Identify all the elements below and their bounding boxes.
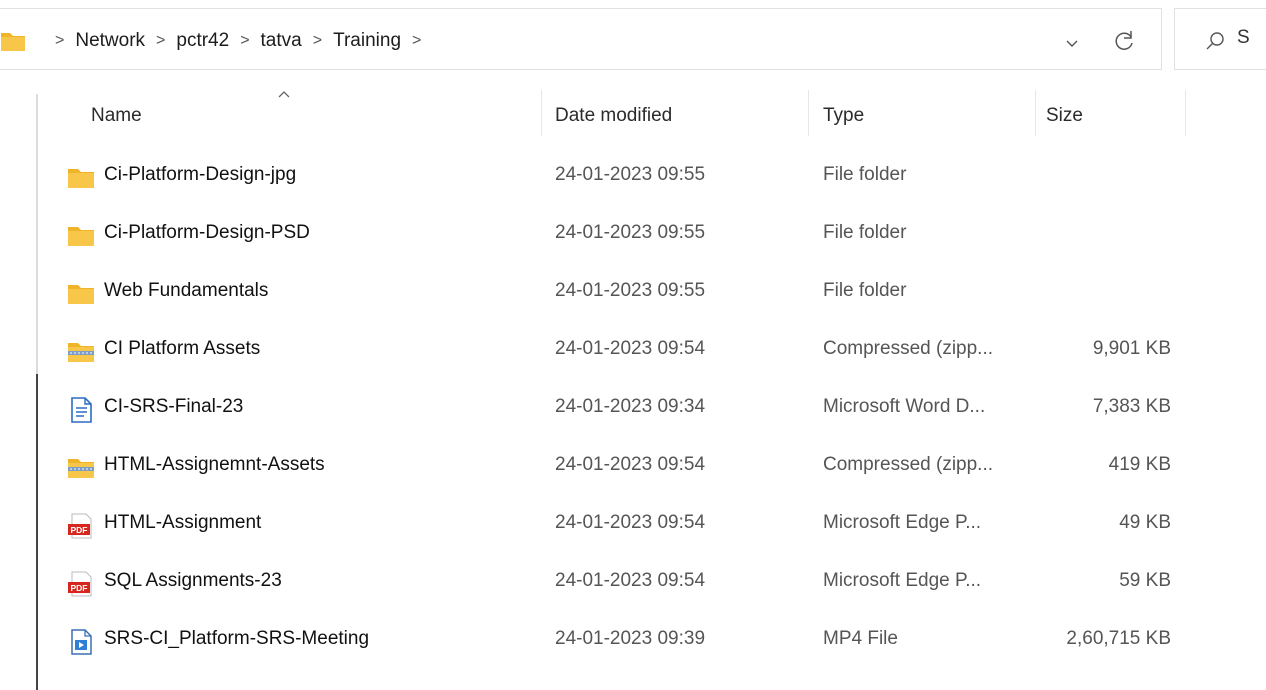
file-row[interactable]: HTML-Assignemnt-Assets 24-01-2023 09:54 …	[0, 438, 1266, 496]
breadcrumb: > Network > pctr42 > tatva > Training >	[1, 27, 432, 55]
address-bar[interactable]: > Network > pctr42 > tatva > Training >	[0, 8, 1162, 70]
file-row[interactable]: PDF HTML-Assignment 24-01-2023 09:54 Mic…	[0, 496, 1266, 554]
pdf-icon: PDF	[68, 571, 92, 597]
breadcrumb-separator[interactable]: >	[156, 32, 165, 50]
word-document-icon	[71, 397, 92, 423]
breadcrumb-item-tatva[interactable]: tatva	[261, 30, 302, 52]
file-row[interactable]: Web Fundamentals 24-01-2023 09:55 File f…	[0, 264, 1266, 322]
file-row[interactable]: Ci-Platform-Design-PSD 24-01-2023 09:55 …	[0, 206, 1266, 264]
file-name[interactable]: Ci-Platform-Design-PSD	[104, 222, 310, 244]
folder-icon	[68, 285, 94, 304]
file-row[interactable]: SRS-CI_Platform-SRS-Meeting 24-01-2023 0…	[0, 612, 1266, 670]
file-size: 49 KB	[1119, 512, 1171, 533]
file-type: File folder	[823, 164, 907, 185]
file-date-modified: 24-01-2023 09:55	[555, 280, 706, 301]
file-type: Compressed (zipp...	[823, 454, 994, 475]
file-date-modified: 24-01-2023 09:39	[555, 628, 706, 649]
column-header-row: Name Date modified Type Size	[0, 88, 1266, 144]
sort-ascending-icon	[278, 91, 290, 98]
breadcrumb-separator[interactable]: >	[313, 32, 322, 50]
file-row[interactable]: CI Platform Assets 24-01-2023 09:54 Comp…	[0, 322, 1266, 380]
file-name[interactable]: Web Fundamentals	[104, 280, 268, 302]
column-header-name[interactable]: Name	[91, 105, 142, 127]
file-name[interactable]: CI Platform Assets	[104, 338, 260, 360]
video-file-icon	[71, 629, 92, 655]
breadcrumb-item-training[interactable]: Training	[333, 30, 401, 52]
file-type: Microsoft Word D...	[823, 396, 986, 417]
column-divider[interactable]	[808, 90, 809, 136]
file-name[interactable]: SRS-CI_Platform-SRS-Meeting	[104, 628, 369, 650]
zip-folder-icon	[68, 343, 94, 362]
file-name[interactable]: CI-SRS-Final-23	[104, 396, 243, 418]
refresh-icon[interactable]	[1110, 26, 1138, 56]
column-header-size[interactable]: Size	[1046, 105, 1083, 127]
search-icon	[1206, 32, 1224, 50]
folder-icon	[1, 33, 25, 51]
column-header-date-modified[interactable]: Date modified	[555, 105, 672, 127]
file-name[interactable]: Ci-Platform-Design-jpg	[104, 164, 296, 186]
zip-folder-icon	[68, 459, 94, 478]
file-row[interactable]: PDF SQL Assignments-23 24-01-2023 09:54 …	[0, 554, 1266, 612]
file-size: 7,383 KB	[1092, 396, 1171, 417]
file-size: 59 KB	[1119, 570, 1171, 591]
pdf-icon: PDF	[68, 513, 92, 539]
file-date-modified: 24-01-2023 09:54	[555, 512, 706, 533]
file-type: Microsoft Edge P...	[823, 570, 982, 591]
file-type: MP4 File	[823, 628, 898, 649]
column-divider[interactable]	[1035, 90, 1036, 136]
file-type: Microsoft Edge P...	[823, 512, 982, 533]
column-divider[interactable]	[541, 90, 542, 136]
file-date-modified: 24-01-2023 09:55	[555, 222, 706, 243]
folder-icon	[68, 227, 94, 246]
svg-text:PDF: PDF	[71, 525, 88, 535]
file-size: 419 KB	[1108, 454, 1171, 475]
breadcrumb-item-pctr42[interactable]: pctr42	[176, 30, 229, 52]
file-row[interactable]: CI-SRS-Final-23 24-01-2023 09:34 Microso…	[0, 380, 1266, 438]
file-type: File folder	[823, 280, 907, 301]
breadcrumb-separator[interactable]: >	[412, 32, 421, 50]
file-name[interactable]: SQL Assignments-23	[104, 570, 282, 592]
file-date-modified: 24-01-2023 09:54	[555, 338, 706, 359]
file-type: File folder	[823, 222, 907, 243]
column-header-type[interactable]: Type	[823, 105, 864, 127]
file-size: 2,60,715 KB	[1066, 628, 1171, 649]
chevron-down-icon[interactable]	[1062, 33, 1082, 53]
column-divider[interactable]	[1185, 90, 1186, 136]
file-row[interactable]: Ci-Platform-Design-jpg 24-01-2023 09:55 …	[0, 148, 1266, 206]
file-date-modified: 24-01-2023 09:54	[555, 454, 706, 475]
file-name[interactable]: HTML-Assignment	[104, 512, 261, 534]
svg-text:PDF: PDF	[71, 583, 88, 593]
breadcrumb-item-network[interactable]: Network	[75, 30, 145, 52]
search-placeholder: S	[1237, 27, 1250, 48]
file-date-modified: 24-01-2023 09:55	[555, 164, 706, 185]
file-name[interactable]: HTML-Assignemnt-Assets	[104, 454, 325, 476]
search-box[interactable]: S	[1174, 8, 1266, 70]
file-date-modified: 24-01-2023 09:54	[555, 570, 706, 591]
file-size: 9,901 KB	[1092, 338, 1171, 359]
breadcrumb-separator: >	[55, 32, 65, 49]
file-type: Compressed (zipp...	[823, 338, 994, 359]
breadcrumb-separator[interactable]: >	[240, 32, 249, 50]
file-date-modified: 24-01-2023 09:34	[555, 396, 706, 417]
folder-icon	[68, 169, 94, 188]
